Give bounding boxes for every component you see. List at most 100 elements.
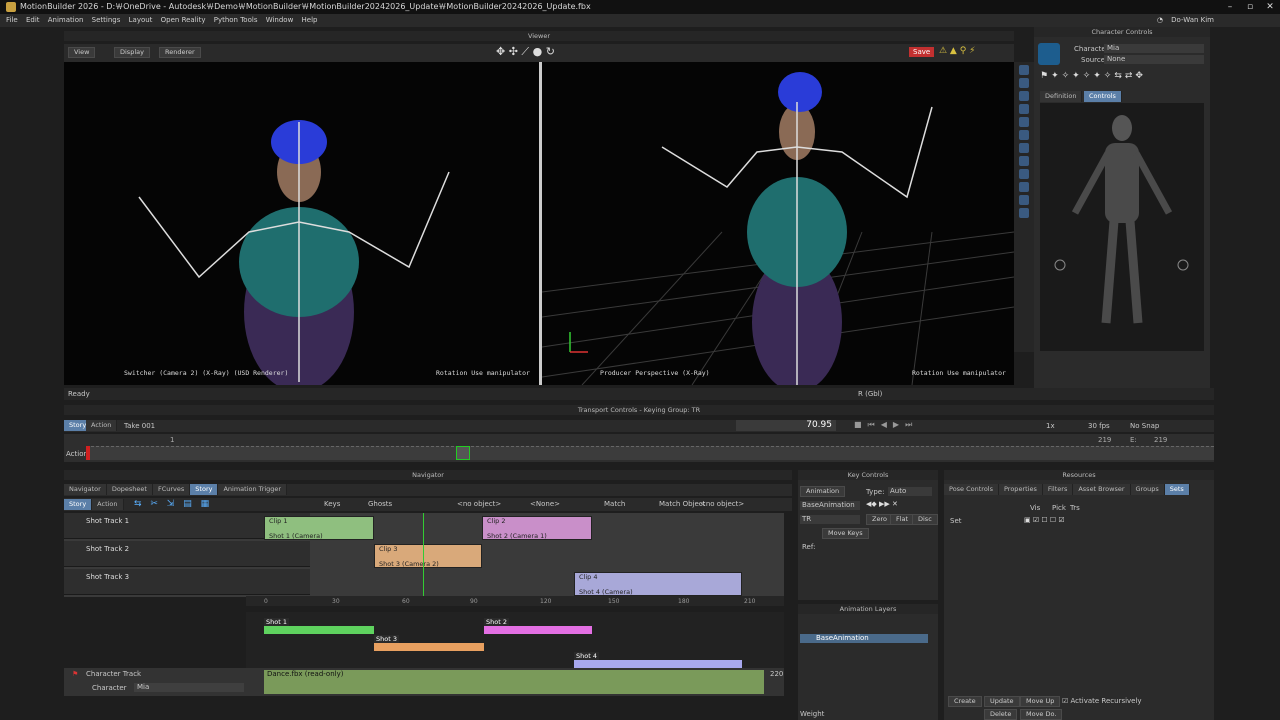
base-animation-layer[interactable]: BaseAnimation [800,634,928,643]
tab-fcurves[interactable]: FCurves [152,484,191,495]
action-subtab[interactable]: Action [92,499,124,510]
layer-select[interactable]: BaseAnimation [800,501,860,510]
sphere-tool-icon[interactable] [1019,156,1029,166]
cube-tool-icon[interactable] [1019,143,1029,153]
disc-button[interactable]: Disc [912,514,938,525]
object-select[interactable]: <no object> [457,498,501,511]
clip-1[interactable]: Clip 1 Shot 1 (Camera) [264,516,374,540]
flat-button[interactable]: Flat [890,514,915,525]
shot-track-3-label: Shot Track 3 [86,573,130,581]
clip-3[interactable]: Clip 3 Shot 3 (Camera 2) [374,544,482,568]
set-item[interactable]: Set [950,517,962,525]
update-button[interactable]: Update [984,696,1020,707]
character-track-char-select[interactable]: Mia [134,683,244,692]
story-tools-icon[interactable]: ⇆ ✂ ⇲ ▤ ▦ [134,498,212,511]
user-account[interactable]: ◔ Do-Wan Kim [1157,14,1214,27]
character-track[interactable]: ⚑ Character Track Character Mia Dance.fb… [64,668,784,696]
create-button[interactable]: Create [948,696,982,707]
timeline-playhead[interactable] [456,446,470,460]
menu-edit[interactable]: Edit [26,16,40,24]
scale-tool-icon[interactable] [1019,104,1029,114]
close-icon[interactable]: ✕ [1260,0,1280,14]
tab-dopesheet[interactable]: Dopesheet [106,484,153,495]
story-subtab[interactable]: Story [64,499,93,510]
minimize-icon[interactable]: – [1220,0,1240,14]
clip-2[interactable]: Clip 2 Shot 2 (Camera 1) [482,516,592,540]
shot-1-bar[interactable] [264,626,374,634]
tab-animation-trigger[interactable]: Animation Trigger [218,484,288,495]
move-up-button[interactable]: Move Up [1020,696,1061,707]
constraint-tool-icon[interactable] [1019,182,1029,192]
move-tool-icon[interactable] [1019,78,1029,88]
light-tool-icon[interactable] [1019,130,1029,140]
match-object-select[interactable]: <no object> [700,498,744,511]
viewport-switcher[interactable]: Switcher (Camera 2) (X-Ray) (USD Rendere… [64,62,539,385]
shot-track-2[interactable]: Shot Track 2 [64,541,310,567]
timeline-slider[interactable]: 1 219 E: 219 Action [64,434,1214,462]
tab-sets[interactable]: Sets [1164,484,1190,495]
shot-track-3[interactable]: Shot Track 3 [64,569,310,595]
marker-tool-icon[interactable] [1019,195,1029,205]
skeleton-tool-icon[interactable] [1019,169,1029,179]
type-select[interactable]: Auto [888,487,932,496]
snap-select[interactable]: No Snap [1130,422,1159,430]
menu-help[interactable]: Help [302,16,318,24]
keying-group-select[interactable]: TR [800,515,860,524]
manipulator-tools-icon[interactable]: ✥ ✣ ⟋ ● ↻ [496,45,555,59]
rotate-tool-icon[interactable] [1019,91,1029,101]
source-select[interactable]: None [1104,55,1204,64]
menu-file[interactable]: File [6,16,18,24]
tab-filters[interactable]: Filters [1042,484,1074,495]
shot-2-bar[interactable] [484,626,592,634]
shot-3-bar[interactable] [374,643,484,651]
menu-settings[interactable]: Settings [92,16,121,24]
display-button[interactable]: Display [114,47,150,58]
clip-4[interactable]: Clip 4 Shot 4 (Camera) [574,572,742,596]
animation-button[interactable]: Animation [800,486,846,497]
menu-open-reality[interactable]: Open Reality [161,16,206,24]
activate-recursively-checkbox[interactable]: ☑ Activate Recursively [1062,697,1142,705]
timeline-track[interactable] [86,446,1214,460]
character-tools-icon[interactable]: ⚑✦✧✦✧✦✧⇆⇄✥ [1040,71,1146,81]
tab-properties[interactable]: Properties [999,484,1043,495]
set-flags-icon[interactable]: ▣ ☑ ☐ ☐ ☑ [1024,516,1065,524]
maximize-icon[interactable]: ▫ [1240,0,1260,14]
view-button[interactable]: View [68,47,96,58]
ruler-90: 90 [470,598,478,605]
camera-tool-icon[interactable] [1019,117,1029,127]
tab-navigator[interactable]: Navigator [64,484,107,495]
viewport-perspective[interactable]: Producer Perspective (X-Ray) Rotation Us… [542,62,1014,385]
select-tool-icon[interactable] [1019,65,1029,75]
menu-animation[interactable]: Animation [48,16,84,24]
sun-tool-icon[interactable] [1019,208,1029,218]
menu-window[interactable]: Window [266,16,294,24]
shot-4-bar[interactable] [574,660,742,668]
move-keys-button[interactable]: Move Keys [822,528,869,539]
story-ruler[interactable]: 0 30 60 90 120 150 180 210 [246,596,784,606]
fps-select[interactable]: 30 fps [1088,422,1110,430]
transport-action-tab[interactable]: Action [86,420,118,431]
speed-select[interactable]: 1x [1046,422,1055,430]
keying-tools-icon[interactable]: ⚠ ▲ ⚲ ⚡ [939,46,975,56]
renderer-button[interactable]: Renderer [159,47,201,58]
tab-groups[interactable]: Groups [1130,484,1165,495]
zero-button[interactable]: Zero [866,514,893,525]
tab-controls[interactable]: Controls [1084,91,1122,102]
tab-definition[interactable]: Definition [1040,91,1083,102]
save-button[interactable]: Save [909,47,935,57]
delete-button[interactable]: Delete [984,709,1018,720]
key-nav-icon[interactable]: ◀◆ ▶▶ ✕ [866,500,898,508]
take-select[interactable]: Take 001 [124,422,155,430]
menu-python-tools[interactable]: Python Tools [214,16,258,24]
dance-clip[interactable]: Dance.fbx (read-only) [264,670,764,694]
tab-story[interactable]: Story [190,484,219,495]
character-select[interactable]: Mia [1104,44,1204,53]
move-down-button[interactable]: Move Do. [1020,709,1063,720]
character-body-view[interactable] [1040,103,1204,370]
playback-controls-icon[interactable]: ■⏮◀▶⏭ [854,420,918,430]
tab-asset-browser[interactable]: Asset Browser [1073,484,1131,495]
menu-layout[interactable]: Layout [129,16,153,24]
tab-pose-controls[interactable]: Pose Controls [944,484,999,495]
none-select[interactable]: <None> [530,498,560,511]
current-time-field[interactable]: 70.95 [736,420,836,431]
